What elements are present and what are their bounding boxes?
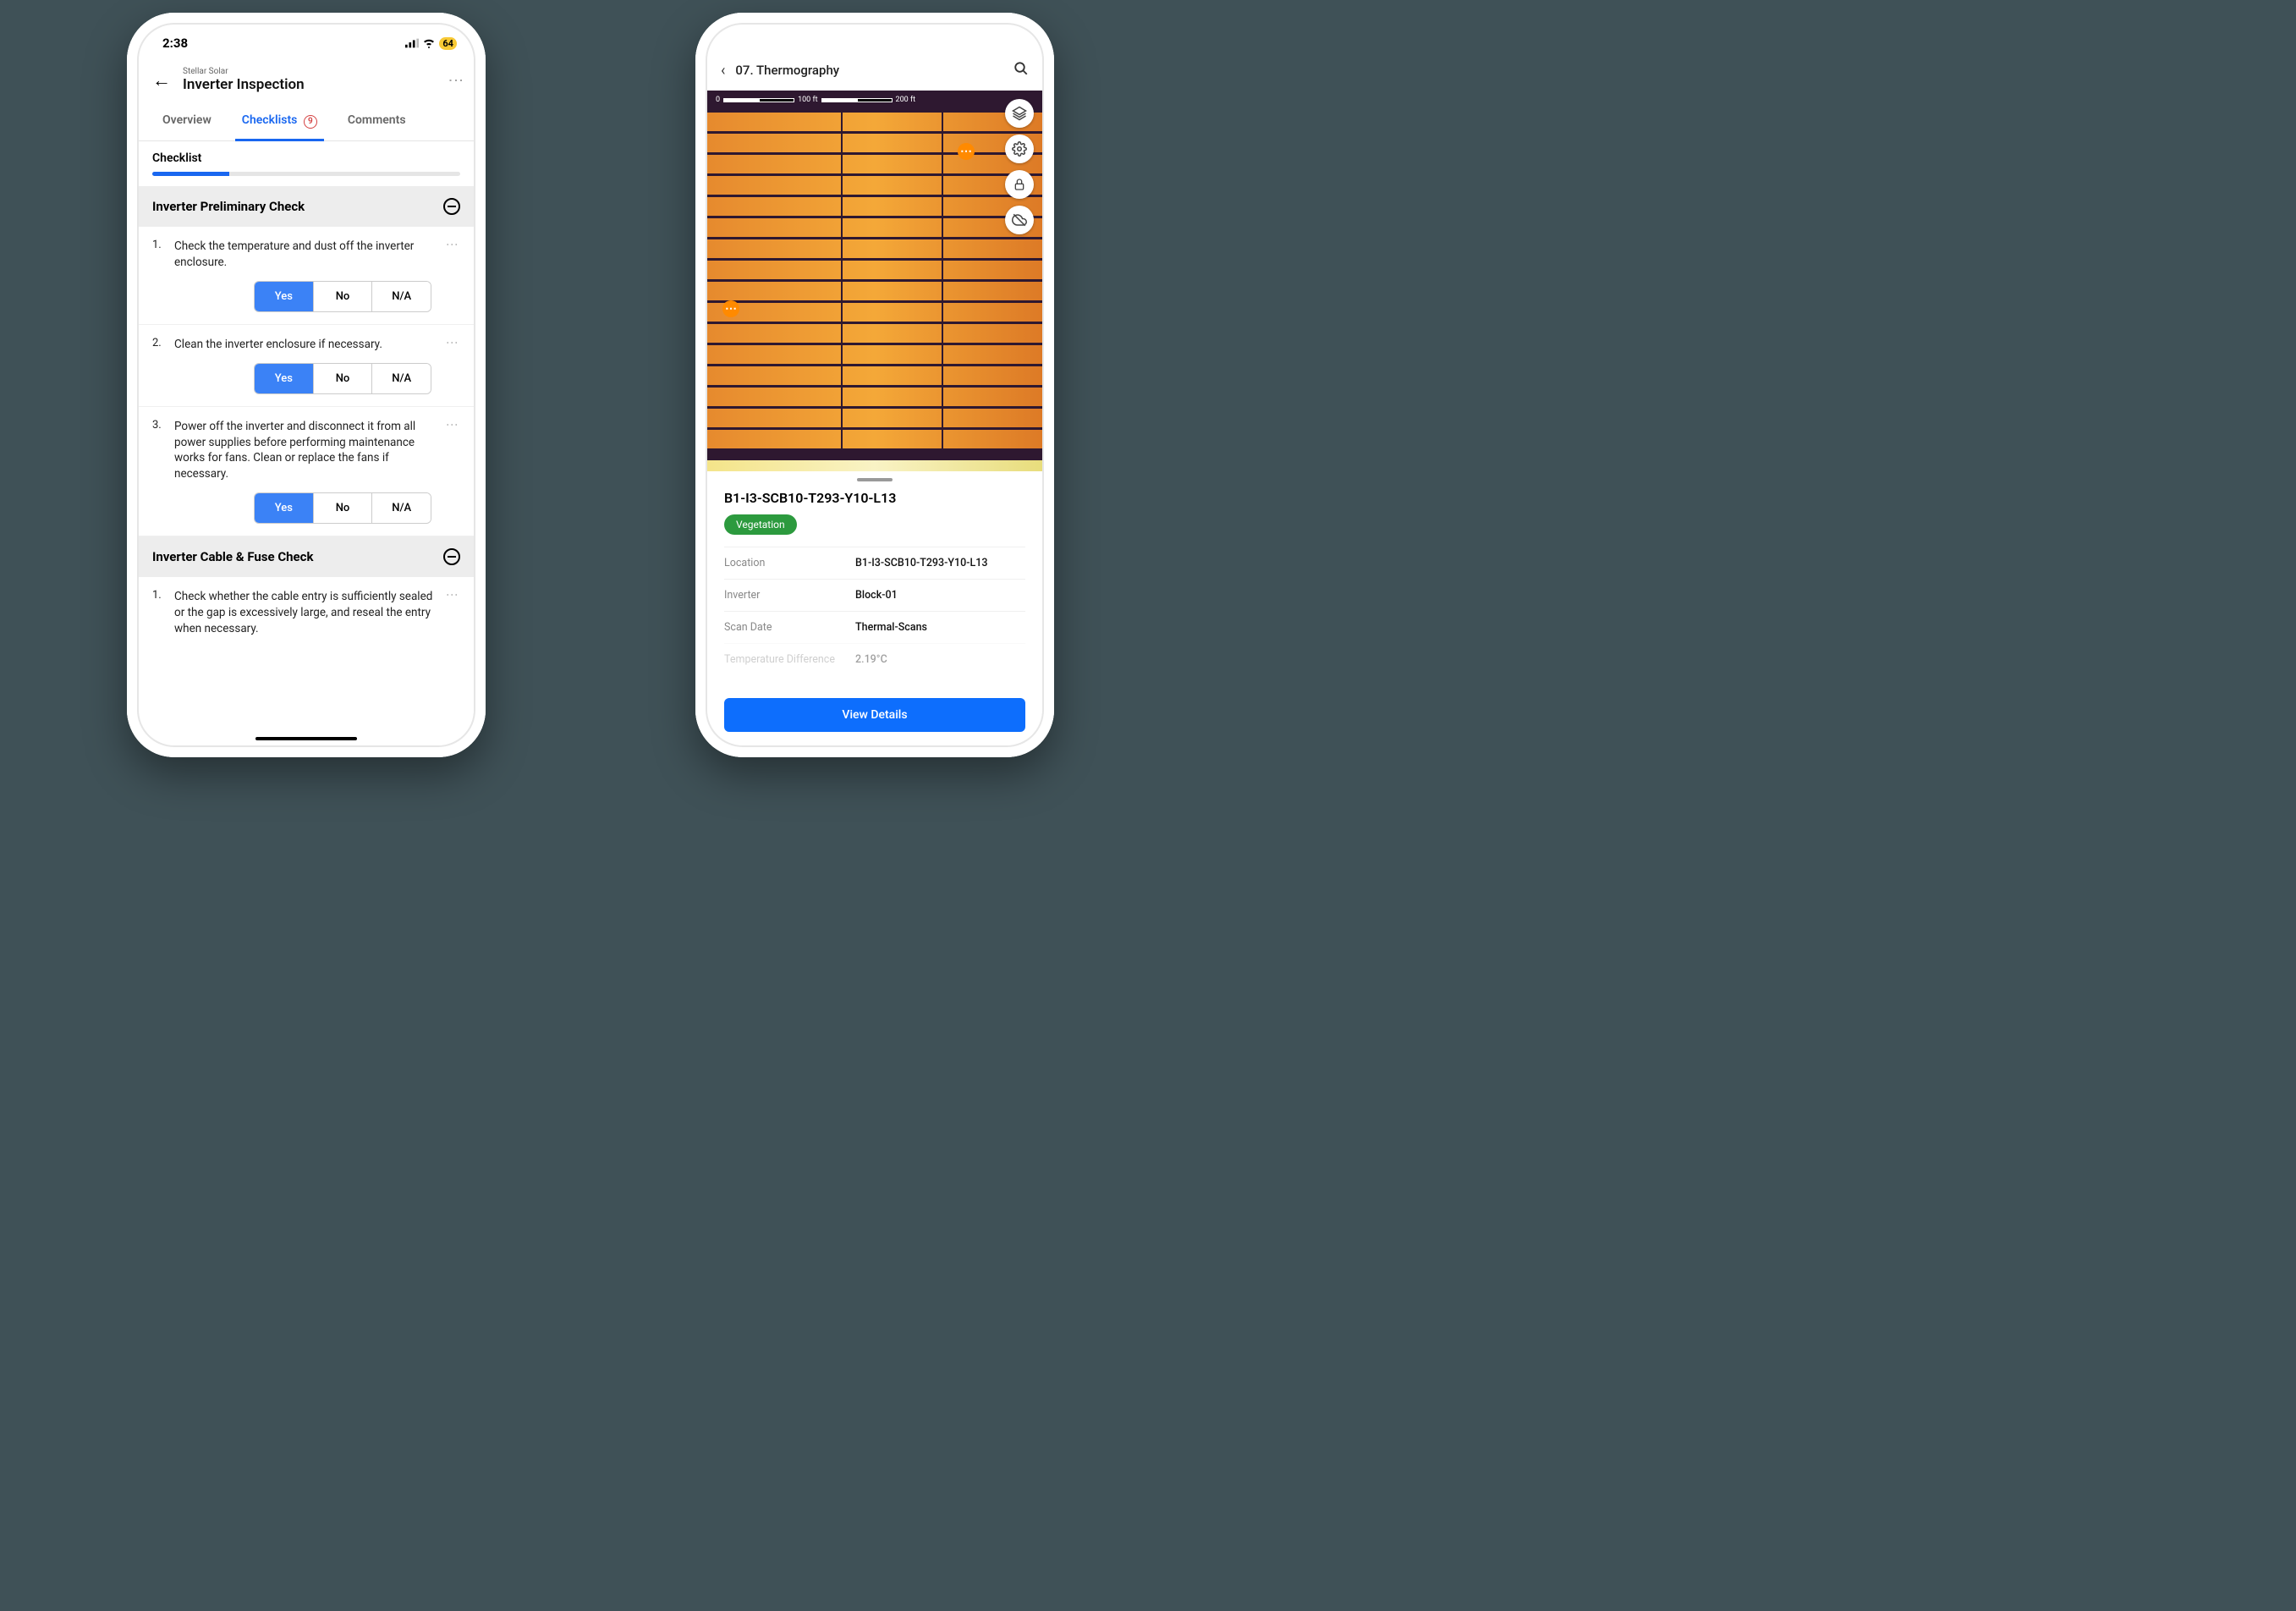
wifi-icon <box>422 38 436 48</box>
scale-segments <box>723 98 794 102</box>
item-text: Power off the inverter and disconnect it… <box>174 419 437 483</box>
more-menu-icon[interactable]: ⋮ <box>450 69 460 91</box>
item-text: Check whether the cable entry is suffici… <box>174 589 437 637</box>
status-badge: Vegetation <box>724 514 797 535</box>
detail-val: Block-01 <box>855 589 898 602</box>
back-arrow-icon[interactable]: ← <box>152 69 171 91</box>
screen-left: 2:38 64 ← Stellar Solar Inverter Inspect… <box>139 25 474 745</box>
cloud-off-icon[interactable] <box>1005 206 1034 234</box>
detail-panel: B1-I3-SCB10-T293-Y10-L13 Vegetation Loca… <box>707 490 1042 675</box>
thermal-rows <box>707 91 1042 471</box>
phone-left: 2:38 64 ← Stellar Solar Inverter Inspect… <box>127 13 486 757</box>
lock-icon[interactable] <box>1005 170 1034 199</box>
option-no[interactable]: No <box>314 282 373 311</box>
scale-mid: 100 ft <box>798 96 817 104</box>
home-indicator[interactable] <box>255 737 357 740</box>
segmented-control: Yes No N/A <box>254 492 431 524</box>
item-number: 3. <box>152 419 168 483</box>
detail-row: Location B1-I3-SCB10-T293-Y10-L13 <box>724 547 1025 579</box>
checklist-progress: Checklist <box>139 141 474 186</box>
detail-row: Temperature Difference 2.19°C <box>724 643 1025 675</box>
item-text: Clean the inverter enclosure if necessar… <box>174 337 437 353</box>
segmented-control: Yes No N/A <box>254 363 431 394</box>
option-yes[interactable]: Yes <box>255 493 314 523</box>
layers-icon[interactable] <box>1005 99 1034 128</box>
signal-icon <box>405 38 419 48</box>
view-details-button[interactable]: View Details <box>724 698 1025 732</box>
gear-icon[interactable] <box>1005 135 1034 163</box>
progress-fill <box>152 172 229 176</box>
option-no[interactable]: No <box>314 364 373 393</box>
collapse-icon[interactable] <box>443 548 460 565</box>
map-controls <box>1005 99 1034 234</box>
tab-overview[interactable]: Overview <box>147 102 227 140</box>
tab-checklists-label: Checklists <box>242 113 298 127</box>
item-menu-icon[interactable]: ⋮ <box>443 589 460 637</box>
section-header-preliminary[interactable]: Inverter Preliminary Check <box>139 186 474 227</box>
scale-zero: 0 <box>716 96 720 104</box>
checklist-item: 3. Power off the inverter and disconnect… <box>139 407 474 537</box>
progress-bar <box>152 172 460 176</box>
option-no[interactable]: No <box>314 493 373 523</box>
scale-segments <box>821 98 893 102</box>
battery-level: 64 <box>439 37 457 50</box>
status-time: 2:38 <box>162 36 188 51</box>
item-menu-icon[interactable]: ⋮ <box>443 419 460 483</box>
detail-row: Inverter Block-01 <box>724 579 1025 611</box>
option-yes[interactable]: Yes <box>255 282 314 311</box>
detail-val: 2.19°C <box>855 653 887 666</box>
page-header: ‹ 07. Thermography <box>707 50 1042 91</box>
item-number: 1. <box>152 589 168 637</box>
tabs: Overview Checklists 9 Comments <box>139 102 474 141</box>
checklist-item: 2. Clean the inverter enclosure if neces… <box>139 325 474 407</box>
scale-far: 200 ft <box>896 96 915 104</box>
progress-label: Checklist <box>152 151 460 165</box>
page-title: 07. Thermography <box>735 63 1003 78</box>
back-chevron-icon[interactable]: ‹ <box>721 62 725 80</box>
detail-val: B1-I3-SCB10-T293-Y10-L13 <box>855 557 987 569</box>
detail-key: Scan Date <box>724 621 855 634</box>
segmented-control: Yes No N/A <box>254 281 431 312</box>
option-na[interactable]: N/A <box>372 282 431 311</box>
scale-bar: 0 100 ft 200 ft <box>716 96 915 104</box>
collapse-icon[interactable] <box>443 198 460 215</box>
screen-right: ‹ 07. Thermography 0 100 ft 200 ft <box>707 25 1042 745</box>
tab-checklists-badge: 9 <box>304 115 317 129</box>
asset-id: B1-I3-SCB10-T293-Y10-L13 <box>724 490 1025 506</box>
item-text: Check the temperature and dust off the i… <box>174 239 437 271</box>
detail-key: Inverter <box>724 589 855 602</box>
page-header: ← Stellar Solar Inverter Inspection ⋮ <box>139 62 474 102</box>
option-na[interactable]: N/A <box>372 364 431 393</box>
section-title: Inverter Preliminary Check <box>152 199 305 214</box>
checklist-item: 1. Check whether the cable entry is suff… <box>139 577 474 649</box>
option-na[interactable]: N/A <box>372 493 431 523</box>
detail-key: Location <box>724 557 855 569</box>
tab-checklists[interactable]: Checklists 9 <box>227 102 332 140</box>
phone-right: ‹ 07. Thermography 0 100 ft 200 ft <box>695 13 1054 757</box>
thermal-map[interactable]: 0 100 ft 200 ft ⋯ ⋯ <box>707 91 1042 471</box>
status-icons: 64 <box>405 37 457 50</box>
search-icon[interactable] <box>1013 61 1029 80</box>
detail-row: Scan Date Thermal-Scans <box>724 611 1025 643</box>
option-yes[interactable]: Yes <box>255 364 314 393</box>
item-menu-icon[interactable]: ⋮ <box>443 337 460 353</box>
page-title: Inverter Inspection <box>183 76 438 93</box>
header-titles: Stellar Solar Inverter Inspection <box>183 67 438 93</box>
section-title: Inverter Cable & Fuse Check <box>152 549 313 564</box>
tab-comments[interactable]: Comments <box>332 102 421 140</box>
item-menu-icon[interactable]: ⋮ <box>443 239 460 271</box>
map-marker[interactable]: ⋯ <box>958 143 975 160</box>
notch <box>237 25 376 47</box>
checklist-item: 1. Check the temperature and dust off th… <box>139 227 474 325</box>
item-number: 1. <box>152 239 168 271</box>
detail-val: Thermal-Scans <box>855 621 927 634</box>
item-number: 2. <box>152 337 168 353</box>
section-header-cable-fuse[interactable]: Inverter Cable & Fuse Check <box>139 536 474 577</box>
drag-handle[interactable] <box>857 478 893 481</box>
notch <box>805 25 945 47</box>
map-marker[interactable]: ⋯ <box>722 300 739 317</box>
detail-key: Temperature Difference <box>724 653 855 666</box>
org-name: Stellar Solar <box>183 67 438 76</box>
